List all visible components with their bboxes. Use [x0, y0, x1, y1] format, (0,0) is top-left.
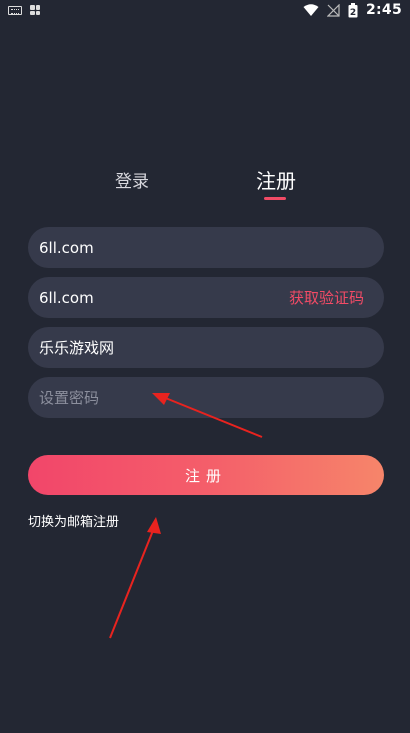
password-field[interactable]: 设置密码 [28, 377, 384, 418]
battery-icon: 2 [348, 2, 358, 18]
wifi-icon [303, 3, 319, 16]
verification-code-field[interactable]: 6ll.com 获取验证码 [28, 277, 384, 318]
battery-level-text: 2 [350, 8, 356, 18]
account-value: 6ll.com [39, 238, 94, 257]
account-field[interactable]: 6ll.com [28, 227, 384, 268]
status-left [8, 5, 40, 15]
status-right: 2 2:45 [303, 2, 402, 18]
register-button[interactable]: 注册 [28, 455, 384, 495]
verification-code-value: 6ll.com [39, 288, 94, 307]
nickname-value: 乐乐游戏网 [39, 339, 115, 357]
no-signal-icon [326, 3, 340, 17]
arrow-to-switch-link [109, 517, 161, 639]
nickname-field[interactable]: 乐乐游戏网 [28, 327, 384, 368]
active-tab-indicator [264, 197, 286, 200]
clock-time: 2:45 [365, 2, 402, 18]
register-screen: 2 2:45 登录 注册 6ll.com 6ll.com 获取验证码 乐乐游戏网… [0, 0, 410, 733]
tab-login[interactable]: 登录 [115, 167, 149, 192]
switch-to-email-link[interactable]: 切换为邮箱注册 [28, 511, 119, 530]
keyboard-icon [8, 5, 22, 15]
get-code-button[interactable]: 获取验证码 [289, 287, 364, 308]
register-button-label: 注册 [184, 466, 227, 485]
app-grid-icon [30, 5, 40, 15]
password-placeholder: 设置密码 [39, 389, 100, 407]
status-bar: 2 2:45 [0, 0, 410, 20]
tab-register[interactable]: 注册 [256, 165, 296, 194]
